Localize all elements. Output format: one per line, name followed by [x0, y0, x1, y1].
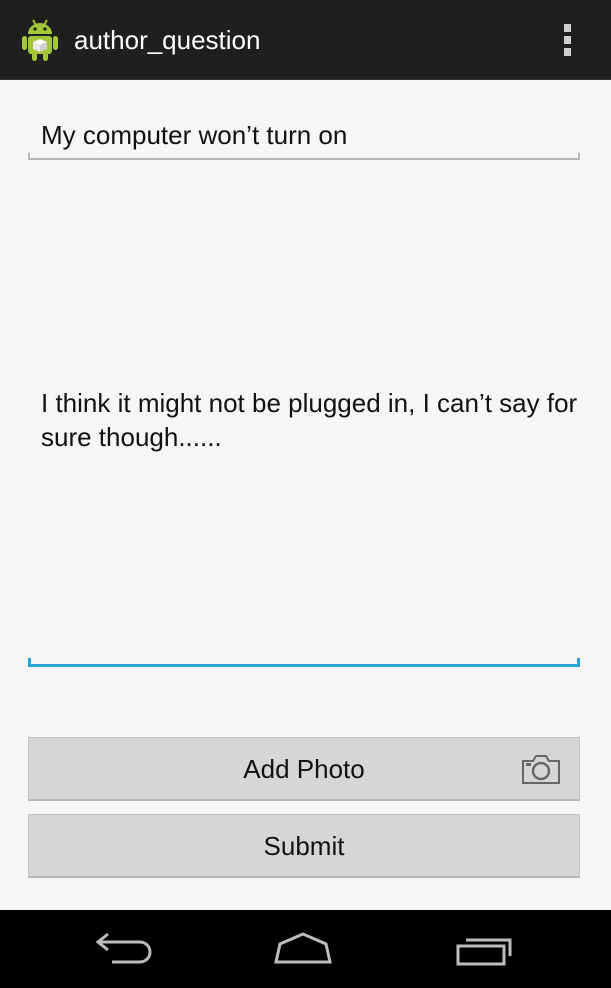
- camera-icon: [522, 755, 560, 784]
- question-body-field[interactable]: I think it might not be plugged in, I ca…: [28, 368, 580, 667]
- overflow-dot: [563, 36, 571, 44]
- add-photo-label: Add Photo: [243, 754, 365, 784]
- app-title: author_question: [74, 25, 261, 55]
- overflow-dot: [563, 48, 571, 56]
- navigation-bar: [0, 910, 611, 988]
- recent-apps-icon[interactable]: [450, 928, 520, 972]
- submit-button[interactable]: Submit: [28, 814, 580, 878]
- home-icon[interactable]: [268, 928, 338, 972]
- content-area: My computer won’t turn on I think it mig…: [0, 80, 611, 910]
- add-photo-button[interactable]: Add Photo: [28, 737, 580, 801]
- question-title-field[interactable]: My computer won’t turn on: [28, 118, 580, 160]
- android-icon[interactable]: [22, 18, 58, 62]
- submit-label: Submit: [263, 831, 345, 861]
- action-bar: author_question: [0, 0, 611, 80]
- overflow-dot: [563, 24, 571, 32]
- overflow-menu-icon[interactable]: [556, 20, 578, 60]
- back-icon[interactable]: [90, 928, 160, 972]
- screen: author_question My computer won’t turn o…: [0, 0, 611, 988]
